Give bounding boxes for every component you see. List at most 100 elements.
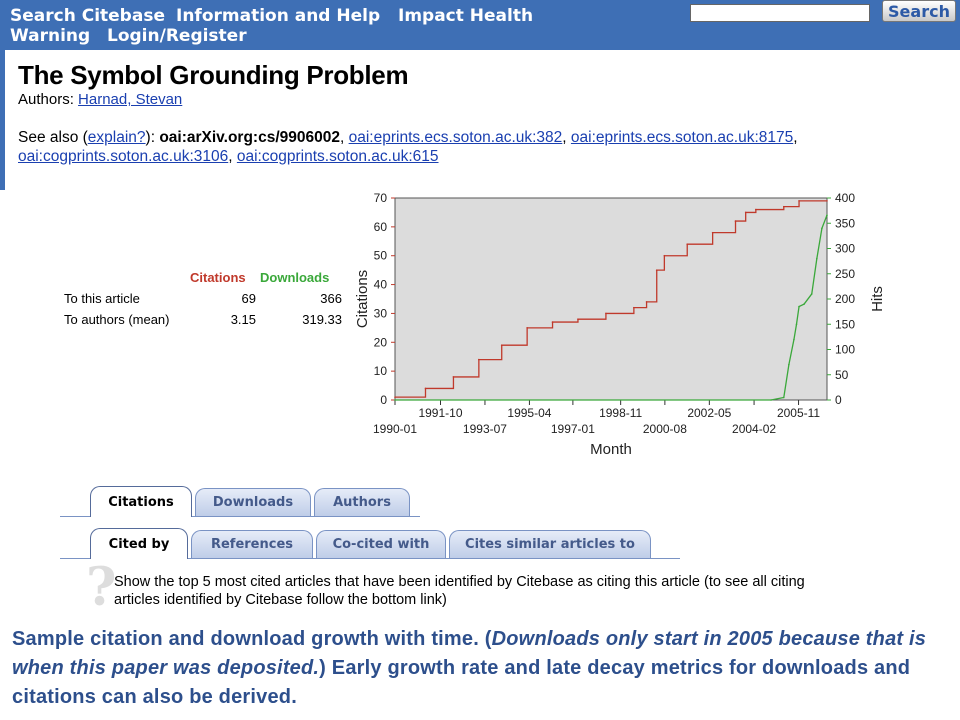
- data-point-downloads: [793, 338, 795, 341]
- data-point-citations: [394, 396, 396, 398]
- y-right-tick-label: 300: [835, 242, 855, 256]
- data-point-citations: [663, 254, 666, 257]
- y-left-tick-label: 0: [380, 393, 387, 407]
- x-tick-label: 1997-01: [551, 422, 595, 436]
- authors-line: Authors: Harnad, Stevan: [18, 91, 182, 108]
- author-link[interactable]: Harnad, Stevan: [78, 91, 182, 108]
- y-right-tick-label: 200: [835, 292, 855, 306]
- y-left-tick-label: 50: [374, 249, 388, 263]
- caption-text: Sample citation and download growth with…: [12, 628, 492, 650]
- y-right-tick-label: 100: [835, 343, 855, 357]
- related-id-link[interactable]: oai:eprints.ecs.soton.ac.uk:8175: [571, 129, 793, 146]
- x-tick-label: 1993-07: [463, 422, 507, 436]
- y-left-tick-label: 70: [374, 191, 388, 205]
- data-point-citations: [686, 243, 689, 245]
- authors-label: Authors:: [18, 91, 74, 108]
- data-point-downloads: [795, 323, 798, 326]
- nav-warning[interactable]: Warning: [10, 26, 90, 46]
- data-point-citations: [633, 306, 635, 309]
- data-point-citations: [755, 208, 757, 211]
- search-input[interactable]: [690, 4, 870, 22]
- slide-caption: Sample citation and download growth with…: [12, 625, 952, 712]
- data-point-citations: [798, 200, 800, 202]
- data-point-downloads: [816, 257, 818, 260]
- related-id-link[interactable]: oai:cogprints.soton.ac.uk:615: [237, 148, 439, 165]
- explain-link[interactable]: explain?: [88, 129, 146, 146]
- x-tick-label: 1998-11: [599, 406, 642, 420]
- tab-cited-by[interactable]: Cited by: [90, 528, 188, 559]
- data-point-downloads: [798, 305, 800, 308]
- help-question-icon: ?: [86, 557, 117, 618]
- stats-row-label: To this article: [64, 291, 140, 306]
- y-right-axis-label: Hits: [869, 286, 886, 312]
- data-point-citations: [826, 200, 828, 202]
- tab-downloads[interactable]: Downloads: [195, 488, 311, 516]
- x-tick-label: 1995-04: [507, 406, 551, 420]
- data-point-downloads: [788, 363, 790, 366]
- tab-references[interactable]: References: [191, 530, 313, 558]
- stats-citations-value: 3.15: [230, 312, 256, 327]
- related-id-link[interactable]: oai:eprints.ecs.soton.ac.uk:382: [349, 129, 563, 146]
- data-point-citations: [551, 321, 554, 323]
- y-left-tick-label: 10: [374, 364, 388, 378]
- data-point-citations: [424, 387, 427, 390]
- y-left-tick-label: 20: [374, 335, 388, 349]
- data-point-downloads: [810, 293, 813, 295]
- stats-downloads-value: 366: [320, 291, 342, 306]
- stats-citations-value: 69: [241, 291, 256, 306]
- data-point-citations: [452, 376, 455, 378]
- page-title: The Symbol Grounding Problem: [18, 60, 409, 90]
- data-point-downloads: [770, 399, 772, 401]
- data-point-citations: [711, 231, 714, 234]
- data-point-citations: [577, 318, 579, 320]
- data-point-citations: [645, 301, 648, 303]
- data-point-citations: [655, 269, 658, 271]
- nav-login-register[interactable]: Login/Register: [107, 26, 247, 46]
- tab-description: Show the top 5 most cited articles that …: [114, 574, 805, 608]
- data-point-downloads: [826, 214, 828, 216]
- data-point-citations: [734, 220, 737, 222]
- primary-id: oai:arXiv.org:cs/9906002: [159, 129, 340, 146]
- y-right-tick-label: 250: [835, 267, 855, 281]
- left-edge-bar: [0, 50, 5, 190]
- data-point-citations: [478, 358, 480, 361]
- stats-header-citations: Citations: [190, 270, 246, 285]
- y-left-axis-label: Citations: [354, 270, 371, 328]
- top-nav-bar: Search Citebase Information and Help Imp…: [0, 0, 960, 50]
- y-left-tick-label: 30: [374, 306, 388, 320]
- data-point-downloads: [394, 399, 396, 401]
- nav-impact-health[interactable]: Impact Health: [398, 6, 533, 26]
- citation-download-chart: 0 10 20 30 40 50 60 70 0 50 100 150 200 250 300 350 400 1…: [354, 191, 886, 458]
- data-point-citations: [744, 211, 747, 214]
- see-also: See also (explain?): oai:arXiv.org:cs/99…: [18, 129, 798, 165]
- stats-header-downloads: Downloads: [260, 270, 330, 285]
- data-point-downloads: [821, 227, 823, 230]
- y-left-tick-label: 40: [374, 278, 388, 292]
- see-also-after: ):: [145, 129, 156, 146]
- tab-co-cited-with[interactable]: Co-cited with: [316, 530, 446, 558]
- y-right-tick-label: 50: [835, 368, 849, 382]
- x-axis-label: Month: [590, 441, 632, 458]
- y-right-tick-label: 400: [835, 191, 855, 205]
- nav-information-help[interactable]: Information and Help: [176, 6, 380, 26]
- stats-row-label: To authors (mean): [64, 312, 170, 327]
- data-point-citations: [500, 344, 503, 346]
- tab-authors[interactable]: Authors: [314, 488, 410, 516]
- data-point-citations: [526, 327, 528, 329]
- tab-cites-similar[interactable]: Cites similar articles to: [449, 530, 651, 558]
- search-button[interactable]: Search: [882, 0, 956, 22]
- y-right-tick-label: 0: [835, 393, 842, 407]
- plot-area: [394, 197, 828, 401]
- related-id-link[interactable]: oai:cogprints.soton.ac.uk:3106: [18, 148, 228, 165]
- x-tick-label: 2004-02: [732, 422, 776, 436]
- data-point-downloads: [803, 303, 805, 305]
- tab-citations[interactable]: Citations: [90, 486, 192, 517]
- x-tick-label: 1991-10: [418, 406, 462, 420]
- x-tick-label: 1990-01: [373, 422, 417, 436]
- data-point-citations: [605, 312, 607, 315]
- y-right-tick-label: 350: [835, 216, 855, 230]
- y-left-tick-label: 60: [374, 220, 388, 234]
- nav-search-citebase[interactable]: Search Citebase: [10, 6, 165, 26]
- x-tick-label: 2005-11: [777, 406, 820, 420]
- data-point-downloads: [783, 396, 785, 399]
